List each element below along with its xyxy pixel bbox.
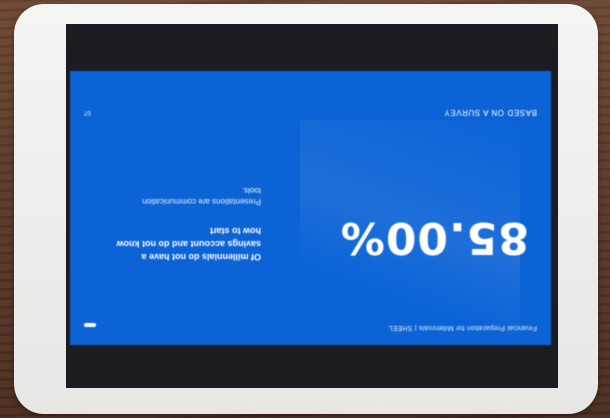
slide-header-dash-icon bbox=[84, 323, 96, 327]
stat-description: Of millennials do not have a savings acc… bbox=[116, 226, 261, 262]
presentation-slide: Financial Preparation for Millennials | … bbox=[70, 71, 551, 345]
slide-footer: BASED ON A SURVEY bbox=[443, 108, 537, 117]
stat-subdescription: Presentations are communication tools. bbox=[142, 186, 261, 206]
stat-value: 85.00% bbox=[339, 212, 529, 263]
tablet-screen: Financial Preparation for Millennials | … bbox=[66, 24, 558, 388]
slide-header: Financial Preparation for Millennials | … bbox=[388, 324, 537, 331]
slide-page-number: 07 bbox=[84, 109, 91, 115]
